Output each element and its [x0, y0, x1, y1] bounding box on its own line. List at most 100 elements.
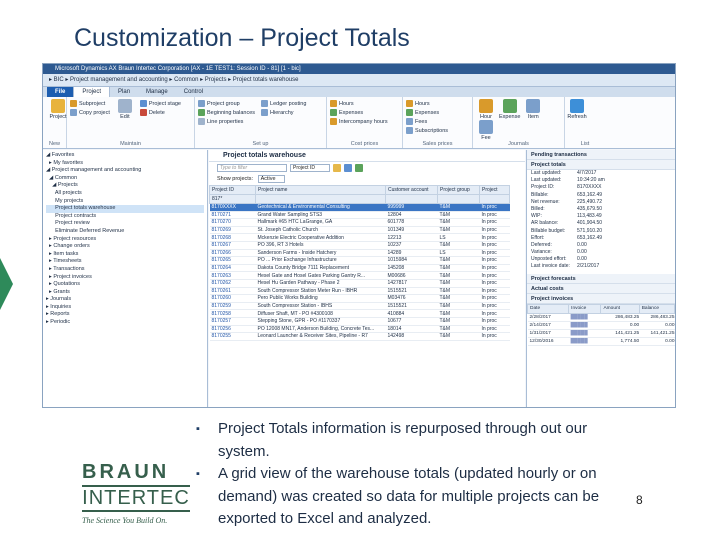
table-row[interactable]: 8170255 Leonard Launcher & Receiver Sites… [209, 332, 510, 341]
sales-expenses-button[interactable]: Expenses [406, 108, 469, 117]
nav-item[interactable]: ▸ Project resources [46, 236, 204, 244]
tab-control[interactable]: Control [176, 87, 211, 97]
nav-item[interactable]: Project contracts [46, 213, 204, 221]
nav-item[interactable]: ▸ Transactions [46, 266, 204, 274]
invoice-column-header[interactable]: Amount [600, 303, 640, 314]
column-header[interactable]: Project [479, 185, 510, 195]
beginning-balances-button[interactable]: Beginning balances [198, 108, 255, 117]
nav-item[interactable]: ▸ Project invoices [46, 274, 204, 282]
subscriptions-button[interactable]: Subscriptions [406, 126, 469, 135]
table-row[interactable]: 8170262 Hesel Hu Garden Pathway ‐ Phase 2… [209, 279, 510, 288]
filter-input[interactable]: Type to filter [217, 164, 287, 172]
nav-item[interactable]: ▸ Quotations [46, 281, 204, 289]
nav-item[interactable]: ▸ Periodic [46, 319, 204, 327]
invoice-column-header[interactable]: Invoice [568, 303, 602, 314]
table-row[interactable]: 8170267 PO 396, RT 3 Hotels 10237 T&M In pro… [209, 241, 510, 250]
nav-item[interactable]: ▸ Journals [46, 296, 204, 304]
table-row[interactable]: 8170260 Pero Public Works Building M03476 T… [209, 294, 510, 303]
column-filter-cell[interactable] [479, 194, 510, 204]
invoice-row[interactable]: 1/31/2017 █████ 141,421.25 141,421.25 [527, 329, 675, 338]
invoice-row[interactable]: 2/28/2017 █████ 286,483.25 286,483.25 [527, 313, 675, 322]
nav-item[interactable]: ▸ Grants [46, 289, 204, 297]
table-row[interactable]: 8170257 Stepping Stone, GPR ‐ PO #1170337… [209, 317, 510, 326]
nav-item[interactable]: All projects [46, 190, 204, 198]
hour-journal-button[interactable]: Hour [476, 99, 496, 120]
invoice-cell: 12/30/2016 [527, 337, 569, 346]
tab-plan[interactable]: Plan [110, 87, 138, 97]
column-header[interactable]: Project group [437, 185, 480, 195]
nav-item[interactable]: Project review [46, 220, 204, 228]
expense-journal-button[interactable]: Expense [498, 99, 522, 120]
nav-item[interactable]: ◢ Project management and accounting [46, 167, 204, 175]
invoice-row[interactable]: 12/30/2016 █████ 1,774.50 0.00 [527, 337, 675, 346]
column-filter-cell[interactable]: 817* [209, 194, 256, 204]
column-filter-cell[interactable] [385, 194, 438, 204]
project-stage-button[interactable]: Project stage [139, 99, 181, 108]
nav-item[interactable]: ▸ Reports [46, 311, 204, 319]
refresh-button[interactable]: Refresh [567, 99, 587, 120]
pending-transactions-header[interactable]: Pending transactions [527, 150, 675, 160]
invoice-column-header[interactable]: Balance [638, 303, 675, 314]
sort-icon[interactable] [344, 164, 352, 172]
column-header[interactable]: Customer account [385, 185, 438, 195]
invoice-row[interactable]: 2/14/2017 █████ 0.00 0.00 [527, 321, 675, 330]
filter-icon[interactable] [333, 164, 341, 172]
table-row[interactable]: 8170268 Mckenzie Electric Cooperative Add… [209, 233, 510, 242]
cost-expenses-button[interactable]: Expenses [330, 108, 399, 117]
project-invoices-header[interactable]: Project invoices [527, 293, 675, 304]
project-totals-header[interactable]: Project totals [527, 160, 675, 170]
column-header[interactable]: Project ID [209, 185, 256, 195]
table-row[interactable]: 8170266 Sanderson Farms ‐ Inside Hatchery… [209, 249, 510, 258]
hierarchy-button[interactable]: Hierarchy [261, 108, 306, 117]
nav-item[interactable]: ◢ Projects [46, 182, 204, 190]
table-row[interactable]: 8170271 Grand Water Sampling STS3 12804 T&M… [209, 211, 510, 220]
ledger-posting-button[interactable]: Ledger posting [261, 99, 306, 108]
subproject-button[interactable]: Subproject [70, 99, 110, 108]
delete-button[interactable]: Delete [139, 108, 181, 117]
nav-item[interactable]: ◢ Common [46, 175, 204, 183]
column-filter-cell[interactable] [255, 194, 386, 204]
nav-item[interactable]: ▸ Inquiries [46, 304, 204, 312]
table-row[interactable]: 8170263 Hesel Gate and Hosel Gates Parkin… [209, 271, 510, 280]
table-row[interactable]: 8170259 South Compressor Station ‐ IBHS 15… [209, 302, 510, 311]
table-row[interactable]: 8170256 PO 12008 MN17, Anderson Building,… [209, 325, 510, 334]
intercompany-hours-button[interactable]: Intercompany hours [330, 117, 399, 126]
sales-hours-button[interactable]: Hours [406, 99, 469, 108]
tab-project[interactable]: Project [73, 86, 111, 97]
tab-file[interactable]: File [47, 87, 74, 97]
item-journal-button[interactable]: Item [523, 99, 543, 120]
table-row[interactable]: 8170264 Dakota County Bridge 7111 Replace… [209, 264, 510, 273]
table-row[interactable]: 8170265 PO ... Prior Exchange Infrastruct… [209, 256, 510, 265]
apply-icon[interactable] [355, 164, 363, 172]
breadcrumb[interactable]: ▸ BIC ▸ Project management and accountin… [43, 74, 675, 87]
table-row[interactable]: 8170269 St. Joseph Catholic Church 101349 T… [209, 226, 510, 235]
fee-journal-button[interactable]: Fee [476, 120, 496, 141]
invoice-column-header[interactable]: Date [526, 303, 570, 314]
show-projects-select[interactable]: Active [257, 175, 285, 183]
column-header[interactable]: Project name [255, 185, 386, 195]
column-filter-cell[interactable] [437, 194, 480, 204]
nav-item[interactable]: ▸ Item tasks [46, 251, 204, 259]
line-properties-button[interactable]: Line properties [198, 117, 255, 126]
project-group-button[interactable]: Project group [198, 99, 255, 108]
table-row[interactable]: 8170258 Diffuser Shaft, MT ‐ PO #4300108 4… [209, 309, 510, 318]
nav-item[interactable]: ▸ Timesheets [46, 258, 204, 266]
fees-button[interactable]: Fees [406, 117, 469, 126]
clock-icon [479, 99, 493, 113]
actual-costs-header[interactable]: Actual costs [527, 283, 675, 294]
table-row[interactable]: 8170XXXX Geotechnical & Environmental Con… [209, 203, 510, 212]
table-row[interactable]: 8170261 South Compressor Station Meter Ru… [209, 287, 510, 296]
tab-manage[interactable]: Manage [138, 87, 176, 97]
edit-button[interactable]: Edit [113, 99, 137, 120]
nav-item[interactable]: My projects [46, 198, 204, 206]
filter-field-select[interactable]: Project ID [290, 164, 330, 172]
copy-project-button[interactable]: Copy project [70, 108, 110, 117]
nav-item[interactable]: ▸ Change orders [46, 243, 204, 251]
nav-item[interactable]: Eliminate Deferred Revenue [46, 228, 204, 236]
cost-hours-button[interactable]: Hours [330, 99, 399, 108]
table-row[interactable]: 8170270 Hallmark #65 HTC LaGrange, GA 6017… [209, 218, 510, 227]
nav-item[interactable]: ◢ Favorites [46, 152, 204, 160]
nav-item[interactable]: ▸ My favorites [46, 160, 204, 168]
project-forecasts-header[interactable]: Project forecasts [527, 273, 675, 284]
nav-item[interactable]: Project totals warehouse [46, 205, 204, 213]
